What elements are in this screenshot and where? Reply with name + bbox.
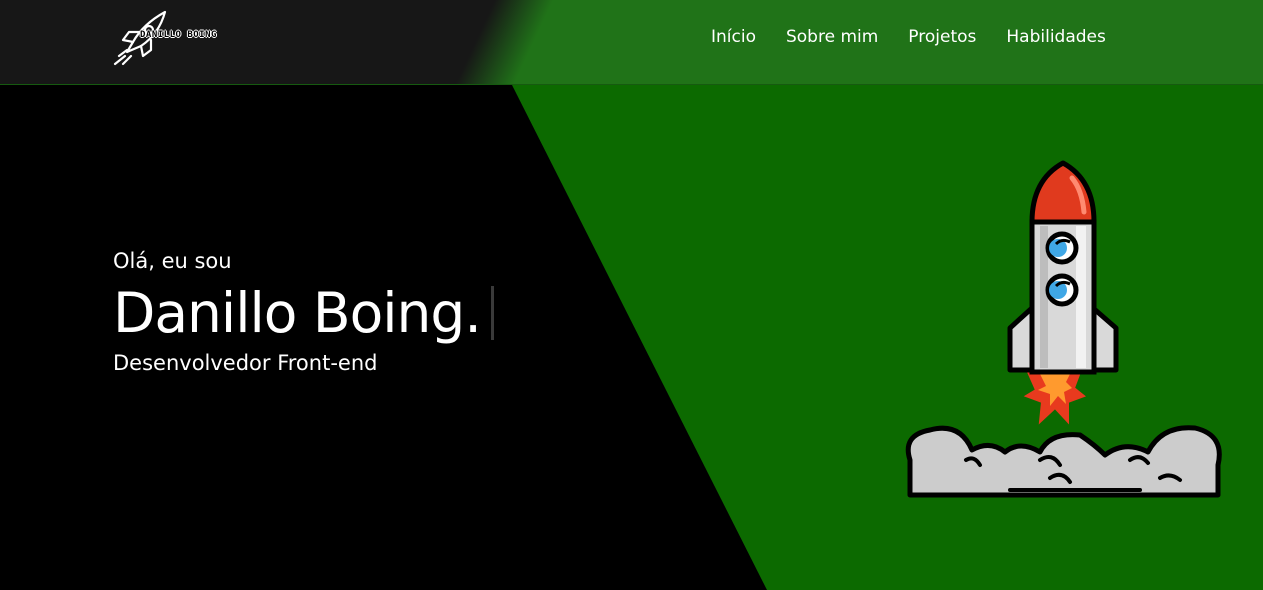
page: DANILLO BOING Início Sobre mim Projetos … xyxy=(0,0,1263,590)
nav-item-habilidades[interactable]: Habilidades xyxy=(1006,27,1105,47)
top-navbar: DANILLO BOING Início Sobre mim Projetos … xyxy=(0,0,1263,85)
nav-item-inicio[interactable]: Início xyxy=(711,27,756,47)
rocket-launch-icon xyxy=(905,160,1222,498)
hero-role: Desenvolvedor Front-end xyxy=(113,351,378,375)
logo[interactable]: DANILLO BOING xyxy=(113,6,243,66)
main-nav: Início Sobre mim Projetos Habilidades xyxy=(711,27,1106,47)
hero-section: Olá, eu sou Danillo Boing. Desenvolvedor… xyxy=(113,245,494,379)
hero-name: Danillo Boing. xyxy=(113,281,482,345)
hero-greeting: Olá, eu sou xyxy=(113,249,232,273)
hero-name-line: Danillo Boing. xyxy=(113,281,494,345)
logo-text: DANILLO BOING xyxy=(140,30,217,40)
typing-cursor xyxy=(490,286,494,340)
rocket-illustration xyxy=(900,160,1230,505)
nav-item-projetos[interactable]: Projetos xyxy=(908,27,976,47)
nav-item-sobre-mim[interactable]: Sobre mim xyxy=(786,27,878,47)
